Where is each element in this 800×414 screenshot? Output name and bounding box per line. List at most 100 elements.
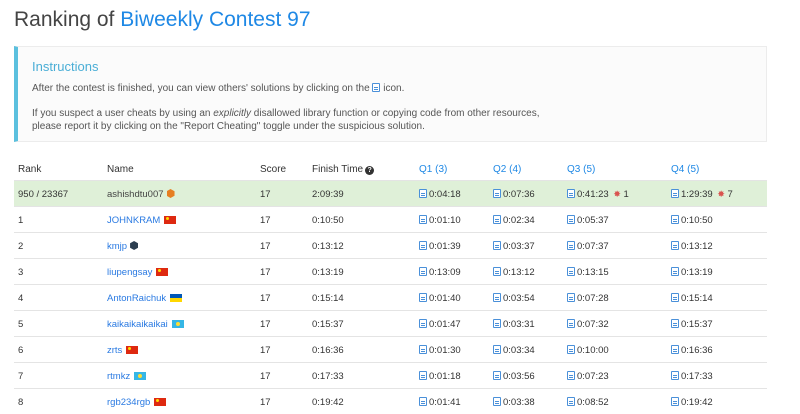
document-icon[interactable] xyxy=(671,293,679,302)
q3-cell: 0:07:28 xyxy=(567,293,609,304)
country-flag-icon xyxy=(171,320,184,328)
table-row: 4 AntonRaichuk 17 0:15:14 0:01:40 0:03:54 0:07… xyxy=(14,284,767,310)
rank-cell: 5 xyxy=(18,319,24,330)
user-link[interactable]: kaikaikaikaikai xyxy=(107,319,168,330)
q2-time: 0:03:37 xyxy=(503,241,535,252)
q1-time: 0:01:40 xyxy=(429,293,461,304)
document-icon[interactable] xyxy=(493,371,501,380)
q3-cell: 0:05:37 xyxy=(567,215,609,226)
instructions-line-1: After the contest is finished, you can v… xyxy=(32,82,766,95)
document-icon[interactable] xyxy=(671,189,679,198)
instructions-text: please report it by clicking on the "Rep… xyxy=(32,121,425,132)
document-icon[interactable] xyxy=(419,345,427,354)
document-icon[interactable] xyxy=(493,293,501,302)
document-icon[interactable] xyxy=(671,215,679,224)
document-icon[interactable] xyxy=(419,189,427,198)
document-icon[interactable] xyxy=(567,189,575,198)
document-icon[interactable] xyxy=(567,215,575,224)
q4-time: 0:19:42 xyxy=(681,397,713,408)
badge-icon xyxy=(130,241,139,250)
rank-cell: 6 xyxy=(18,345,24,356)
document-icon xyxy=(372,83,381,92)
question-icon[interactable]: ? xyxy=(365,166,375,175)
document-icon[interactable] xyxy=(671,319,679,328)
q1-time: 0:01:30 xyxy=(429,345,461,356)
instructions-text: disallowed library function or copying c… xyxy=(253,108,540,119)
q4-time: 0:13:19 xyxy=(681,267,713,278)
document-icon[interactable] xyxy=(493,267,501,276)
q4-cell: 1:29:39 ✸ 7 xyxy=(671,189,733,200)
document-icon[interactable] xyxy=(567,345,575,354)
rank-cell: 4 xyxy=(18,293,24,304)
q4-cell: 0:19:42 xyxy=(671,397,713,408)
document-icon[interactable] xyxy=(671,267,679,276)
user-link[interactable]: ashishdtu007 xyxy=(107,189,164,200)
user-link[interactable]: AntonRaichuk xyxy=(107,293,166,304)
document-icon[interactable] xyxy=(493,241,501,250)
q3-cell: 0:07:32 xyxy=(567,319,609,330)
q2-time: 0:03:34 xyxy=(503,345,535,356)
document-icon[interactable] xyxy=(671,397,679,406)
user-link[interactable]: kmjp xyxy=(107,241,127,252)
table-row: 8 rgb234rgb 17 0:19:42 0:01:41 0:03:38 0:08:52… xyxy=(14,388,767,414)
finish-time-cell: 0:15:37 xyxy=(312,319,344,330)
q4-cell: 0:10:50 xyxy=(671,215,713,226)
document-icon[interactable] xyxy=(419,267,427,276)
q3-header[interactable]: Q3 (5) xyxy=(567,164,595,175)
document-icon[interactable] xyxy=(567,241,575,250)
q4-cell: 0:13:12 xyxy=(671,241,713,252)
user-link[interactable]: zrts xyxy=(107,345,122,356)
document-icon[interactable] xyxy=(493,189,501,198)
finish-time-cell: 0:16:36 xyxy=(312,345,344,356)
q1-cell: 0:01:10 xyxy=(419,215,461,226)
document-icon[interactable] xyxy=(419,293,427,302)
q2-time: 0:03:56 xyxy=(503,371,535,382)
q4-time: 1:29:39 xyxy=(681,189,713,200)
document-icon[interactable] xyxy=(419,215,427,224)
name-header: Name xyxy=(107,164,134,175)
finish-time-cell: 0:10:50 xyxy=(312,215,344,226)
rank-cell: 7 xyxy=(18,371,24,382)
q2-time: 0:13:12 xyxy=(503,267,535,278)
table-row: 1 JOHNKRAM 17 0:10:50 0:01:10 0:02:34 0:05:37 0… xyxy=(14,206,767,232)
name-cell: kmjp xyxy=(107,241,139,252)
q1-time: 0:01:18 xyxy=(429,371,461,382)
document-icon[interactable] xyxy=(671,371,679,380)
q1-time: 0:01:10 xyxy=(429,215,461,226)
user-link[interactable]: rgb234rgb xyxy=(107,397,150,408)
document-icon[interactable] xyxy=(493,319,501,328)
document-icon[interactable] xyxy=(567,267,575,276)
score-cell: 17 xyxy=(260,189,271,200)
q4-header[interactable]: Q4 (5) xyxy=(671,164,699,175)
document-icon[interactable] xyxy=(671,345,679,354)
document-icon[interactable] xyxy=(493,345,501,354)
q3-cell: 0:10:00 xyxy=(567,345,609,356)
q1-time: 0:04:18 xyxy=(429,189,461,200)
document-icon[interactable] xyxy=(493,215,501,224)
table-row: 7 rtmkz 17 0:17:33 0:01:18 0:03:56 0:07:23 0:17… xyxy=(14,362,767,388)
document-icon[interactable] xyxy=(419,241,427,250)
document-icon[interactable] xyxy=(567,319,575,328)
document-icon[interactable] xyxy=(671,241,679,250)
rank-cell: 1 xyxy=(18,215,24,226)
document-icon[interactable] xyxy=(567,371,575,380)
q2-header[interactable]: Q2 (4) xyxy=(493,164,521,175)
q2-cell: 0:03:54 xyxy=(493,293,535,304)
q1-time: 0:01:41 xyxy=(429,397,461,408)
user-link[interactable]: liupengsay xyxy=(107,267,152,278)
q3-time: 0:13:15 xyxy=(577,267,609,278)
contest-name[interactable]: Biweekly Contest 97 xyxy=(120,8,310,31)
q4-time: 0:16:36 xyxy=(681,345,713,356)
document-icon[interactable] xyxy=(493,397,501,406)
score-cell: 17 xyxy=(260,293,271,304)
q4-cell: 0:15:14 xyxy=(671,293,713,304)
document-icon[interactable] xyxy=(419,319,427,328)
document-icon[interactable] xyxy=(567,293,575,302)
document-icon[interactable] xyxy=(419,371,427,380)
name-cell: kaikaikaikaikai xyxy=(107,319,184,330)
document-icon[interactable] xyxy=(419,397,427,406)
user-link[interactable]: rtmkz xyxy=(107,371,130,382)
q1-header[interactable]: Q1 (3) xyxy=(419,164,447,175)
document-icon[interactable] xyxy=(567,397,575,406)
user-link[interactable]: JOHNKRAM xyxy=(107,215,160,226)
